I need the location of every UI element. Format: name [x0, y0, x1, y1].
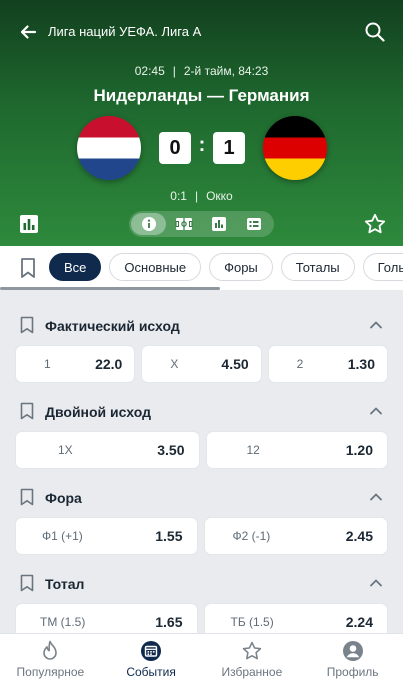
match-period: 2-й тайм, 84:23 [183, 64, 269, 78]
chip-handicaps[interactable]: Форы [209, 253, 273, 281]
favorite-star-icon[interactable] [363, 212, 387, 236]
match-header: Лига наций УЕФА. Лига A 02:45 | 2-й тайм, … [0, 0, 403, 246]
field-tab[interactable] [166, 213, 201, 235]
top-bar: Лига наций УЕФА. Лига A [0, 18, 403, 46]
stats-chart-icon[interactable] [18, 213, 40, 235]
odd-label: 1 [44, 357, 51, 371]
chevron-up-icon[interactable] [369, 319, 383, 331]
home-score: 0 [159, 132, 191, 164]
match-time-info: 02:45 | 2-й тайм, 84:23 [0, 64, 403, 78]
bookmark-icon[interactable] [18, 257, 38, 279]
market-header[interactable]: Фора [0, 462, 403, 506]
divider: | [194, 189, 199, 203]
chip-goals[interactable]: Голы [362, 253, 403, 281]
odd-button[interactable]: ТБ (1.5) 2.24 [204, 604, 387, 633]
calendar-icon [141, 641, 162, 661]
market-filter-bar: Все Основные Форы Тоталы Голы [0, 246, 403, 290]
odd-value: 1.20 [345, 442, 373, 458]
market-title: Двойной исход [45, 404, 151, 420]
field-icon [174, 218, 193, 230]
odd-value: 2.24 [345, 614, 373, 630]
search-icon [365, 22, 385, 42]
odd-label: 2 [296, 357, 304, 371]
odds-row: ТМ (1.5) 1.65 ТБ (1.5) 2.24 [16, 604, 387, 633]
market-double-chance: Двойной исход 1X 3.50 12 1.20 [0, 376, 403, 468]
arrow-left-icon [20, 25, 37, 39]
markets-list[interactable]: Фактический исход 1 22.0 X 4.50 2 1.30 Двой… [0, 290, 403, 633]
odd-label: 1X [58, 443, 73, 457]
stats-icon [211, 217, 226, 231]
odd-label: ТМ (1.5) [40, 615, 86, 629]
filter-chips: Все Основные Форы Тоталы Голы [49, 253, 403, 281]
odd-value: 22.0 [95, 356, 123, 372]
odd-label: X [170, 357, 179, 371]
broadcast-info: 0:1 | Окко [0, 189, 403, 203]
flame-icon [43, 640, 58, 660]
lineup-tab[interactable] [236, 213, 271, 235]
nav-label: Популярное [16, 665, 85, 679]
market-header[interactable]: Двойной исход [0, 376, 403, 420]
bookmark-icon[interactable] [19, 402, 35, 420]
back-button[interactable] [14, 18, 42, 46]
odd-value: 3.50 [157, 442, 185, 458]
chevron-up-icon[interactable] [369, 577, 383, 589]
market-header[interactable]: Тотал [0, 548, 403, 592]
market-title: Фора [45, 490, 82, 506]
chevron-up-icon[interactable] [369, 405, 383, 417]
market-title: Фактический исход [45, 318, 180, 334]
nav-popular[interactable]: Популярное [0, 634, 101, 680]
germany-flag-icon [263, 116, 327, 180]
info-tab[interactable] [131, 213, 166, 235]
odd-value: 2.45 [345, 528, 373, 544]
half-score: 0:1 [170, 189, 187, 203]
nav-label: Профиль [326, 665, 379, 679]
market-header[interactable]: Фактический исход [0, 290, 403, 334]
odd-label: Ф1 (+1) [42, 529, 83, 543]
odd-value: 1.30 [347, 356, 375, 372]
market-handicap: Фора Ф1 (+1) 1.55 Ф2 (-1) 2.45 [0, 462, 403, 554]
bookmark-icon[interactable] [19, 574, 35, 592]
bookmark-icon[interactable] [19, 488, 35, 506]
odd-label: 12 [246, 443, 260, 457]
info-icon [141, 217, 156, 231]
chip-totals[interactable]: Тоталы [280, 253, 355, 281]
match-clock: 02:45 [134, 64, 165, 78]
user-icon [342, 641, 363, 661]
market-match-result: Фактический исход 1 22.0 X 4.50 2 1.30 [0, 290, 403, 382]
chevron-up-icon[interactable] [369, 491, 383, 503]
view-switch [129, 211, 274, 237]
odd-label: ТБ (1.5) [230, 615, 274, 629]
odd-label: Ф2 (-1) [232, 529, 271, 543]
nav-profile[interactable]: Профиль [302, 634, 403, 680]
score-separator: : [198, 134, 206, 156]
chip-all[interactable]: Все [49, 253, 102, 281]
broadcaster: Окко [206, 189, 233, 203]
netherlands-flag-icon [77, 116, 141, 180]
divider: | [172, 64, 176, 78]
search-button[interactable] [361, 18, 389, 46]
odd-value: 1.65 [155, 614, 183, 630]
market-total: Тотал ТМ (1.5) 1.65 ТБ (1.5) 2.24 [0, 548, 403, 633]
league-title: Лига наций УЕФА. Лига A [48, 24, 202, 39]
odd-button[interactable]: ТМ (1.5) 1.65 [16, 604, 197, 633]
teams-title: Нидерланды — Германия [93, 86, 310, 105]
nav-label: Избранное [221, 665, 283, 679]
lineup-icon [246, 218, 261, 230]
nav-events[interactable]: События [101, 634, 202, 680]
bookmark-icon[interactable] [19, 316, 35, 334]
nav-label: События [126, 665, 176, 679]
away-score: 1 [213, 132, 245, 164]
nav-favorites[interactable]: Избранное [202, 634, 303, 680]
star-icon [242, 641, 262, 660]
odd-value: 1.55 [155, 528, 183, 544]
chip-main[interactable]: Основные [109, 253, 202, 281]
bottom-navigation: Популярное События Избранное Профиль [0, 633, 403, 680]
stats-tab[interactable] [201, 213, 236, 235]
market-title: Тотал [45, 576, 85, 592]
odd-value: 4.50 [221, 356, 249, 372]
